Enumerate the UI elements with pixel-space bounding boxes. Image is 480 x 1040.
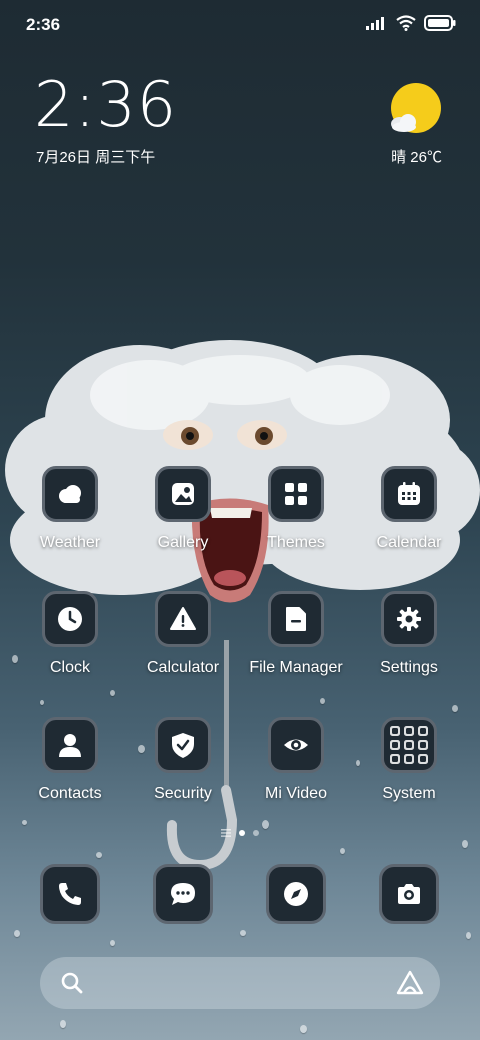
app-contacts[interactable]: Contacts <box>15 717 125 803</box>
app-settings[interactable]: Settings <box>354 591 464 677</box>
app-system-folder[interactable]: System <box>354 717 464 803</box>
gallery-icon <box>155 466 211 522</box>
app-label: Themes <box>267 534 325 551</box>
app-label: Calculator <box>146 659 220 676</box>
clock-widget-date: 7月26日 周三下午 <box>36 149 156 166</box>
mi-video-icon <box>268 717 324 773</box>
app-label: System <box>382 785 436 802</box>
security-icon <box>155 717 211 773</box>
camera-icon <box>379 864 439 924</box>
search-icon[interactable] <box>60 971 84 995</box>
contacts-icon <box>42 717 98 773</box>
app-label: Clock <box>49 659 90 676</box>
status-time: 2:36 <box>26 15 61 34</box>
menu-lines-icon <box>221 829 231 837</box>
weather-widget[interactable] <box>384 82 444 147</box>
messages-icon <box>153 864 213 924</box>
settings-icon <box>381 591 437 647</box>
app-gallery[interactable]: Gallery <box>128 466 238 552</box>
calendar-icon <box>381 466 437 522</box>
app-mi-video[interactable]: Mi Video <box>241 717 351 803</box>
assistant-icon[interactable] <box>396 970 424 996</box>
app-label: File Manager <box>249 659 343 676</box>
dock-browser[interactable] <box>266 864 326 924</box>
system-folder-icon <box>381 717 437 773</box>
page-dot[interactable] <box>253 830 259 836</box>
dock-messages[interactable] <box>153 864 213 924</box>
app-weather[interactable]: Weather <box>15 466 125 552</box>
clock-icon <box>42 591 98 647</box>
clock-widget-time[interactable]: 2:36 <box>34 74 177 136</box>
app-calendar[interactable]: Calendar <box>354 466 464 552</box>
page-dot-active[interactable] <box>239 830 245 836</box>
phone-icon <box>40 864 100 924</box>
weather-icon <box>42 466 98 522</box>
dock-camera[interactable] <box>379 864 439 924</box>
browser-icon <box>266 864 326 924</box>
app-calculator[interactable]: Calculator <box>128 591 238 677</box>
app-label: Calendar <box>376 534 442 551</box>
dock-phone[interactable] <box>40 864 100 924</box>
themes-icon <box>268 466 324 522</box>
app-label: Settings <box>380 659 438 676</box>
status-bar: 2:36 <box>0 0 480 50</box>
app-clock[interactable]: Clock <box>15 591 125 677</box>
calculator-icon <box>155 591 211 647</box>
search-bar[interactable] <box>40 957 440 1009</box>
app-label: Weather <box>39 534 101 551</box>
wifi-icon <box>396 15 416 31</box>
app-file-manager[interactable]: File Manager <box>241 591 351 677</box>
signal-icon <box>366 17 384 30</box>
app-label: Mi Video <box>265 785 327 802</box>
app-label: Security <box>154 785 212 802</box>
app-label: Gallery <box>157 534 209 551</box>
status-icons <box>366 15 456 31</box>
page-indicator[interactable] <box>0 829 480 837</box>
battery-icon <box>424 15 456 31</box>
app-security[interactable]: Security <box>128 717 238 803</box>
app-themes[interactable]: Themes <box>241 466 351 552</box>
file-manager-icon <box>268 591 324 647</box>
sunny-icon <box>391 83 441 133</box>
app-label: Contacts <box>38 785 102 802</box>
weather-condition-temp: 晴 26℃ <box>391 149 442 166</box>
